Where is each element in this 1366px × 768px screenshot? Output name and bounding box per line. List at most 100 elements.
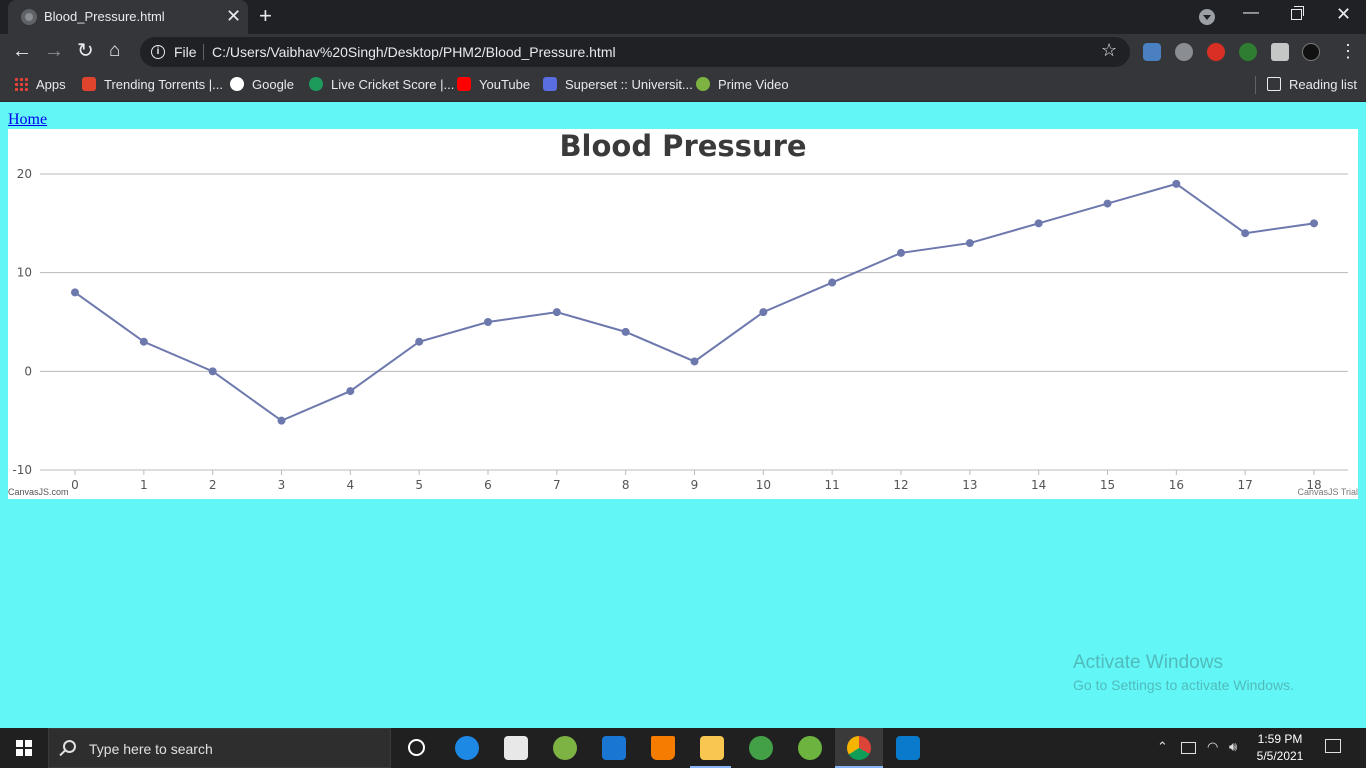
data-point [484,318,492,326]
address-bar[interactable]: i File C:/Users/Vaibhav%20Singh/Desktop/… [140,37,1130,67]
bookmark-youtube[interactable]: YouTube [457,77,530,92]
chart-canvas: Blood Pressure-10010200 1 2 3 4 5 6 7 8 9 10 11 12 13… [12,129,1348,492]
activate-windows-title: Activate Windows [1073,652,1223,673]
bookmark-google[interactable]: Google [230,77,294,92]
volume-icon[interactable]: 🔊︎ [1229,739,1237,755]
file-explorer-icon[interactable] [700,736,724,760]
browser-tab[interactable]: Blood_Pressure.html ✕ [8,0,248,34]
superset-icon [543,77,557,91]
tray-overflow-icon[interactable]: ⌃ [1157,739,1168,755]
cricket-icon [309,77,323,91]
blood-pressure-chart: Blood Pressure -10 0 10 20 0 1 2 3 4 5 6 7 8 9 10 11 12 13… [8,129,1358,499]
bookmark-trending-torrents[interactable]: Trending Torrents |... [82,77,223,92]
data-point [1034,219,1043,228]
clock-date: 5/5/2021 [1256,749,1304,763]
x-tick-label: 3 [278,478,286,492]
bookmark-star-icon[interactable]: ☆ [1101,40,1117,61]
x-tick-label: 16 [1169,478,1184,492]
url-text[interactable]: C:/Users/Vaibhav%20Singh/Desktop/PHM2/Bl… [212,44,616,60]
profile-avatar[interactable] [1302,43,1320,61]
data-point [1241,229,1250,238]
close-tab-icon[interactable]: ✕ [226,6,241,26]
x-tick-label: 1 [140,478,148,492]
apps-grid-icon [14,77,28,91]
edge-icon[interactable] [455,736,479,760]
restore-button[interactable] [1291,6,1304,20]
data-point [346,387,355,396]
microsoft-store-icon[interactable] [504,736,528,760]
wifi-icon[interactable]: ◠ [1207,739,1218,755]
data-point [690,357,699,366]
browser-toolbar: ← → ↻ ⌂ i File C:/Users/Vaibhav%20Singh/… [0,34,1366,70]
data-point [1172,179,1181,188]
y-tick-label: -10 [12,463,32,477]
notification-icon[interactable] [1325,739,1341,753]
extension-globe-icon[interactable] [1239,43,1257,61]
tab-title: Blood_Pressure.html [44,9,165,24]
battery-icon[interactable] [1181,742,1196,754]
data-point [965,239,974,248]
bookmark-live-cricket[interactable]: Live Cricket Score |... [309,77,454,92]
omnibox-separator [203,44,204,60]
minimize-button[interactable]: — [1243,4,1259,22]
data-point [552,308,561,317]
chart-title: Blood Pressure [559,129,806,163]
x-tick-label: 13 [962,478,977,492]
x-tick-label: 6 [484,478,492,492]
bookmarks-bar: Apps Trending Torrents |... Google Live … [0,70,1366,102]
site-info-icon[interactable]: i [151,45,165,59]
new-tab-button[interactable]: + [259,4,272,28]
bookmarks-separator [1255,76,1256,94]
data-point [277,416,286,425]
x-tick-label: 5 [415,478,423,492]
reading-list-button[interactable]: Reading list [1267,77,1357,92]
taskbar-search-box[interactable]: Type here to search [48,728,391,768]
vscode-icon[interactable] [896,736,920,760]
canvasjs-credit[interactable]: CanvasJS.com [8,487,69,497]
x-tick-label: 12 [893,478,908,492]
extension-a-icon[interactable] [1143,43,1161,61]
vlc-icon[interactable] [651,736,675,760]
extensions-puzzle-icon[interactable] [1271,43,1289,61]
home-link[interactable]: Home [8,111,47,129]
series-line [74,182,1315,422]
taskbar-clock[interactable]: 1:59 PM 5/5/2021 [1252,731,1308,765]
globe-icon [21,9,37,25]
reading-list-icon [1267,77,1281,91]
x-tick-label: 9 [691,478,699,492]
home-icon[interactable]: ⌂ [109,39,120,63]
x-tick-label: 0 [71,478,79,492]
bookmark-superset[interactable]: Superset :: Universit... [543,77,693,92]
youtube-icon [457,77,471,91]
tab-search-icon[interactable] [1199,9,1215,25]
extension-stop-icon[interactable] [1207,43,1225,61]
x-tick-label: 17 [1238,478,1253,492]
chrome-icon[interactable] [847,736,871,760]
mail-icon[interactable] [602,736,626,760]
bookmark-prime-video[interactable]: Prime Video [696,77,789,92]
reload-icon[interactable]: ↻ [77,39,94,63]
x-tick-label: 11 [825,478,840,492]
x-tick-label: 8 [622,478,630,492]
windows-start-icon[interactable] [16,740,32,756]
close-window-button[interactable]: ✕ [1336,4,1351,25]
spring-tool-icon[interactable] [798,736,822,760]
extension-gauge-icon[interactable] [1175,43,1193,61]
windows-taskbar: Type here to search ⌃ ◠ 🔊︎ 1:59 PM 5/5/2… [0,728,1366,768]
cortana-icon[interactable] [408,739,425,756]
data-point [759,308,768,317]
y-tick-label: 10 [17,266,32,280]
utorrent-icon[interactable] [553,736,577,760]
canvasjs-trial-label: CanvasJS Trial [1297,487,1358,497]
google-icon [230,77,244,91]
back-icon[interactable]: ← [12,39,32,63]
data-point [208,367,217,376]
x-tick-label: 7 [553,478,561,492]
torrent-icon [82,77,96,91]
bookmark-apps[interactable]: Apps [14,77,66,92]
forward-icon[interactable]: → [44,39,64,63]
data-point [139,337,148,346]
menu-kebab-icon[interactable]: ⋮ [1339,42,1357,60]
data-point [415,337,424,346]
globe-app-icon[interactable] [749,736,773,760]
